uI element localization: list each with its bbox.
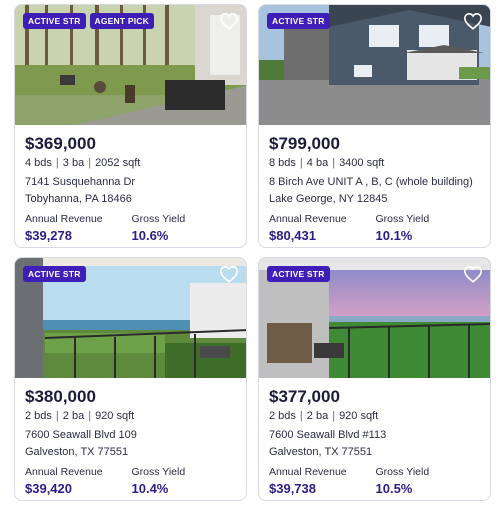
heart-outline-icon	[463, 265, 483, 283]
listing-specs: 2 bds | 2 ba | 920 sqft	[25, 410, 135, 422]
gross-yield-label: Gross Yield	[375, 466, 430, 478]
beds: 2 bds	[269, 410, 296, 422]
favorite-button[interactable]	[218, 11, 240, 31]
baths: 2 ba	[62, 410, 85, 422]
listing-price: $380,000	[25, 387, 96, 406]
listing-photo[interactable]: ACTIVE STR	[15, 258, 246, 378]
favorite-button[interactable]	[462, 11, 484, 31]
baths: 4 ba	[306, 157, 329, 169]
listing-price: $799,000	[269, 134, 340, 153]
listing-photo[interactable]: ACTIVE STR AGENT PICK	[15, 5, 246, 125]
listing-metrics: Annual Revenue $39,278 Gross Yield 10.6%	[25, 212, 238, 245]
favorite-button[interactable]	[462, 264, 484, 284]
badge-group: ACTIVE STR	[23, 266, 86, 282]
address-line-2: Tobyhanna, PA 18466	[25, 193, 132, 205]
gross-yield: Gross Yield 10.1%	[376, 212, 483, 245]
gross-yield-label: Gross Yield	[131, 466, 186, 478]
annual-revenue: Annual Revenue $80,431	[269, 212, 376, 245]
baths: 2 ba	[306, 410, 329, 422]
heart-outline-icon	[219, 265, 239, 283]
status-badge: ACTIVE STR	[23, 266, 86, 282]
sqft: 2052 sqft	[95, 157, 141, 169]
status-badge: ACTIVE STR	[23, 13, 86, 29]
annual-revenue-label: Annual Revenue	[269, 466, 347, 478]
gross-yield-label: Gross Yield	[131, 213, 186, 225]
baths: 3 ba	[62, 157, 85, 169]
address-line-2: Galveston, TX 77551	[25, 446, 129, 458]
annual-revenue-value: $80,431	[269, 228, 316, 243]
sqft: 3400 sqft	[339, 157, 385, 169]
gross-yield-value: 10.1%	[375, 228, 413, 243]
beds: 4 bds	[25, 157, 52, 169]
gross-yield-value: 10.5%	[375, 481, 413, 496]
address-line-2: Lake George, NY 12845	[269, 193, 388, 205]
listing-specs: 2 bds | 2 ba | 920 sqft	[269, 410, 379, 422]
address-line-1: 7600 Seawall Blvd #113	[269, 429, 387, 441]
sqft: 920 sqft	[339, 410, 379, 422]
listing-photo[interactable]: ACTIVE STR	[259, 5, 490, 125]
listing-metrics: Annual Revenue $39,420 Gross Yield 10.4%	[25, 465, 238, 498]
annual-revenue-label: Annual Revenue	[25, 213, 103, 225]
beds: 8 bds	[269, 157, 296, 169]
agent-pick-badge: AGENT PICK	[89, 13, 154, 29]
listing-price: $377,000	[269, 387, 340, 406]
address-line-1: 7141 Susquehanna Dr	[25, 176, 136, 188]
gross-yield: Gross Yield 10.5%	[376, 465, 483, 498]
listing-specs: 8 bds | 4 ba | 3400 sqft	[269, 157, 385, 169]
gross-yield: Gross Yield 10.4%	[132, 465, 239, 498]
annual-revenue: Annual Revenue $39,278	[25, 212, 132, 245]
badge-group: ACTIVE STR	[267, 13, 330, 29]
listing-photo[interactable]: ACTIVE STR	[259, 258, 490, 378]
listing-card[interactable]: ACTIVE STR $377,000 2 bds | 2 ba | 920 sqft …	[258, 257, 491, 501]
status-badge: ACTIVE STR	[267, 266, 330, 282]
gross-yield-value: 10.6%	[131, 228, 169, 243]
listing-specs: 4 bds | 3 ba | 2052 sqft	[25, 157, 141, 169]
gross-yield-label: Gross Yield	[375, 213, 430, 225]
beds: 2 bds	[25, 410, 52, 422]
annual-revenue-value: $39,420	[25, 481, 72, 496]
heart-outline-icon	[463, 12, 483, 30]
listing-card[interactable]: ACTIVE STR AGENT PICK $369,000 4 bds | 3 b…	[14, 4, 247, 248]
annual-revenue-value: $39,738	[269, 481, 316, 496]
address-line-2: Galveston, TX 77551	[269, 446, 373, 458]
annual-revenue: Annual Revenue $39,738	[269, 465, 376, 498]
sqft: 920 sqft	[95, 410, 135, 422]
listing-grid: ACTIVE STR AGENT PICK $369,000 4 bds | 3 b…	[0, 0, 500, 506]
gross-yield: Gross Yield 10.6%	[132, 212, 239, 245]
listing-metrics: Annual Revenue $39,738 Gross Yield 10.5%	[269, 465, 482, 498]
address-line-1: 8 Birch Ave UNIT A , B, C (whole buildin…	[269, 176, 473, 188]
heart-outline-icon	[219, 12, 239, 30]
favorite-button[interactable]	[218, 264, 240, 284]
listing-price: $369,000	[25, 134, 96, 153]
badge-group: ACTIVE STR AGENT PICK	[23, 13, 154, 29]
address-line-1: 7600 Seawall Blvd 109	[25, 429, 137, 441]
annual-revenue-label: Annual Revenue	[25, 466, 103, 478]
annual-revenue-label: Annual Revenue	[269, 213, 347, 225]
status-badge: ACTIVE STR	[267, 13, 330, 29]
gross-yield-value: 10.4%	[131, 481, 169, 496]
listing-card[interactable]: ACTIVE STR $799,000 8 bds | 4 ba | 3400 sqft…	[258, 4, 491, 248]
badge-group: ACTIVE STR	[267, 266, 330, 282]
annual-revenue: Annual Revenue $39,420	[25, 465, 132, 498]
annual-revenue-value: $39,278	[25, 228, 72, 243]
listing-card[interactable]: ACTIVE STR $380,000 2 bds | 2 ba | 920 sqft …	[14, 257, 247, 501]
listing-metrics: Annual Revenue $80,431 Gross Yield 10.1%	[269, 212, 482, 245]
